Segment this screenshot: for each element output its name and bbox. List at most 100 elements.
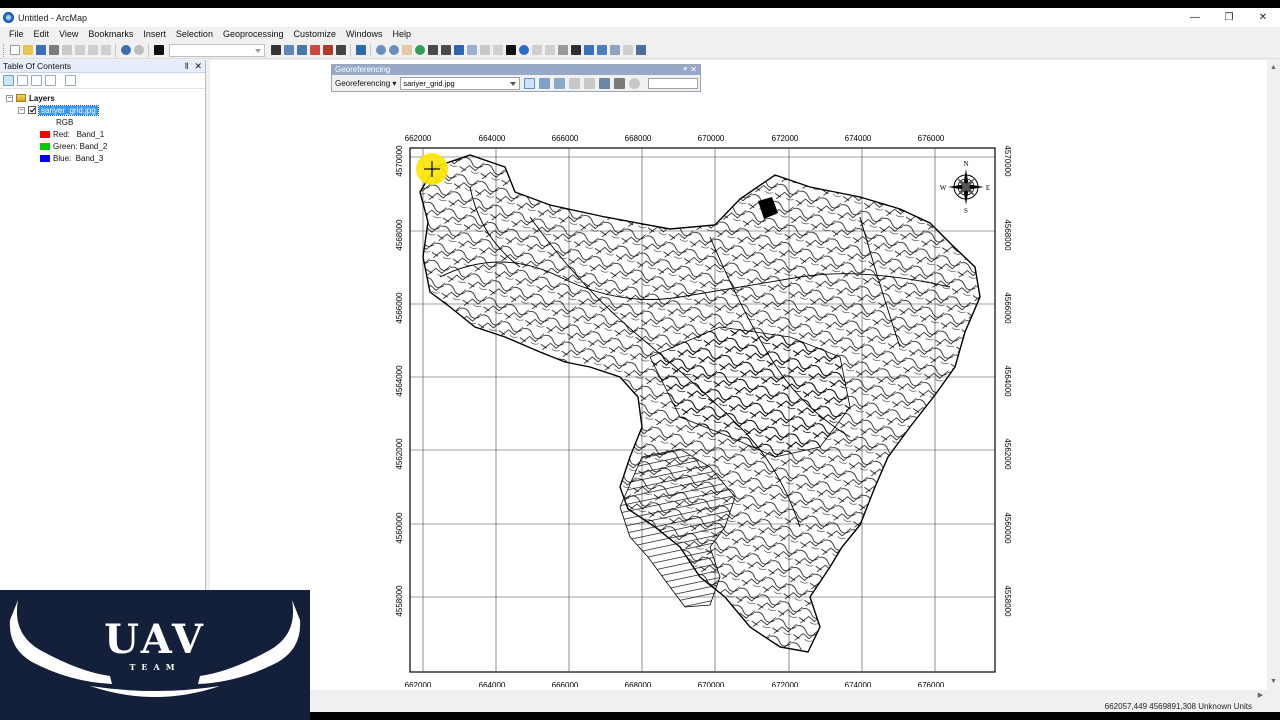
minimize-button[interactable]: — [1178, 8, 1212, 27]
scale-icon[interactable] [584, 78, 596, 89]
tree-layer-row[interactable]: − sariyer_grid.jpg [0, 104, 205, 116]
red-swatch-icon [40, 130, 50, 138]
select-elements-arrow-icon[interactable] [505, 45, 516, 55]
georeferencing-toolbar: Georeferencing ▾ ✕ Georeferencing ▾ sari… [331, 64, 701, 92]
new-document-icon[interactable] [9, 45, 20, 55]
viewer-icon[interactable] [614, 78, 626, 89]
zoom-out-icon[interactable] [388, 45, 399, 55]
list-by-source-icon[interactable] [17, 75, 28, 86]
georef-close-icon[interactable]: ✕ [690, 65, 697, 75]
collapse-layers-icon[interactable]: − [6, 94, 13, 102]
menu-bookmarks[interactable]: Bookmarks [83, 27, 138, 42]
time-slider-icon[interactable] [609, 45, 620, 55]
layer-name-selected[interactable]: sariyer_grid.jpg [38, 104, 99, 116]
menu-insert[interactable]: Insert [138, 27, 171, 42]
add-control-points-icon[interactable] [524, 78, 536, 89]
menu-help[interactable]: Help [388, 27, 417, 42]
find-route-icon[interactable] [583, 45, 594, 55]
model-builder-icon[interactable] [355, 45, 366, 55]
scroll-down-icon[interactable]: ▼ [1267, 676, 1280, 688]
view-link-table-icon[interactable] [599, 78, 611, 89]
close-window-button[interactable]: ✕ [1246, 8, 1280, 27]
toc-close-icon[interactable]: ✕ [194, 60, 202, 73]
scroll-up-icon[interactable]: ▲ [1267, 62, 1280, 74]
georef-titlebar[interactable]: Georeferencing ▾ ✕ [332, 65, 700, 75]
auto-control-points-icon[interactable] [539, 78, 551, 89]
menu-windows[interactable]: Windows [341, 27, 388, 42]
georeferenced-raster-map[interactable]: N S E W 662000 664000 666000 668000 6700… [380, 127, 1020, 687]
identify-icon[interactable] [518, 45, 529, 55]
menu-edit[interactable]: Edit [29, 27, 55, 42]
add-data-icon[interactable] [153, 45, 164, 55]
tree-root-layers[interactable]: − Layers [0, 92, 205, 104]
go-to-xy-icon[interactable] [596, 45, 607, 55]
georef-rotation-input[interactable] [648, 78, 699, 89]
arcmap-globe-icon [3, 12, 14, 23]
y-tick-label-right: 4568000 [1003, 219, 1012, 251]
arctoolbox-icon[interactable] [322, 45, 333, 55]
restore-button[interactable]: ❐ [1212, 8, 1246, 27]
scroll-right-icon[interactable]: ▶ [1254, 690, 1267, 702]
georef-dropdown-menu[interactable]: Georeferencing ▾ [335, 79, 396, 88]
toc-options-icon[interactable] [65, 75, 76, 86]
layer-visibility-checkbox[interactable] [28, 106, 36, 114]
vertical-scrollbar[interactable]: ▲ ▼ [1267, 60, 1280, 690]
search-window-icon[interactable] [309, 45, 320, 55]
clear-selection-icon[interactable] [492, 45, 503, 55]
x-tick-label-bottom: 676000 [918, 681, 945, 687]
layout-view-icon[interactable] [635, 45, 646, 55]
forward-extent-icon[interactable] [466, 45, 477, 55]
toolbar-separator [350, 43, 351, 57]
undo-icon[interactable] [120, 45, 131, 55]
redo-icon[interactable] [133, 45, 144, 55]
editor-toolbar-icon[interactable] [270, 45, 281, 55]
layer-tree: − Layers − sariyer_grid.jpg RGB Red: Ban… [0, 89, 205, 164]
menu-geoprocessing[interactable]: Geoprocessing [218, 27, 289, 42]
menu-customize[interactable]: Customize [289, 27, 342, 42]
zoom-in-icon[interactable] [375, 45, 386, 55]
x-tick-label-bottom: 668000 [625, 681, 652, 687]
hyperlink-icon[interactable] [531, 45, 542, 55]
horizontal-scrollbar[interactable]: ▶ [310, 690, 1267, 702]
fixed-zoom-in-icon[interactable] [427, 45, 438, 55]
copy-icon[interactable] [74, 45, 85, 55]
menu-bar: File Edit View Bookmarks Insert Selectio… [0, 27, 1280, 42]
menu-selection[interactable]: Selection [171, 27, 218, 42]
delete-icon[interactable] [100, 45, 111, 55]
shift-icon[interactable] [569, 78, 581, 89]
toc-pin-icon[interactable]: ‖ [185, 60, 189, 73]
georef-menu-arrow-icon[interactable]: ▾ [683, 65, 687, 75]
list-by-visibility-icon[interactable] [31, 75, 42, 86]
pan-hand-icon[interactable] [401, 45, 412, 55]
catalog-icon[interactable] [296, 45, 307, 55]
python-window-icon[interactable] [335, 45, 346, 55]
html-popup-icon[interactable] [544, 45, 555, 55]
list-by-selection-icon[interactable] [45, 75, 56, 86]
create-viewer-window-icon[interactable] [622, 45, 633, 55]
band-label-blue: Blue: Band_3 [53, 153, 104, 163]
y-tick-label-left: 4558000 [395, 585, 404, 617]
update-display-icon[interactable] [629, 78, 641, 89]
menu-file[interactable]: File [4, 27, 29, 42]
list-by-drawing-order-icon[interactable] [3, 75, 14, 86]
measure-icon[interactable] [557, 45, 568, 55]
layers-icon [16, 94, 26, 102]
x-tick-label: 672000 [772, 134, 799, 143]
toolbar-grip[interactable] [3, 43, 6, 57]
find-binoculars-icon[interactable] [570, 45, 581, 55]
save-icon[interactable] [35, 45, 46, 55]
map-scale-combo[interactable] [169, 43, 265, 57]
fixed-zoom-out-icon[interactable] [440, 45, 451, 55]
paste-icon[interactable] [87, 45, 98, 55]
print-icon[interactable] [48, 45, 59, 55]
select-features-icon[interactable] [479, 45, 490, 55]
back-extent-icon[interactable] [453, 45, 464, 55]
cut-icon[interactable] [61, 45, 72, 55]
table-of-contents-icon[interactable] [283, 45, 294, 55]
full-extent-icon[interactable] [414, 45, 425, 55]
collapse-layer-icon[interactable]: − [18, 106, 25, 114]
open-folder-icon[interactable] [22, 45, 33, 55]
georef-layer-select[interactable]: sariyer_grid.jpg [400, 77, 521, 90]
menu-view[interactable]: View [54, 27, 83, 42]
rotate-icon[interactable] [554, 78, 566, 89]
